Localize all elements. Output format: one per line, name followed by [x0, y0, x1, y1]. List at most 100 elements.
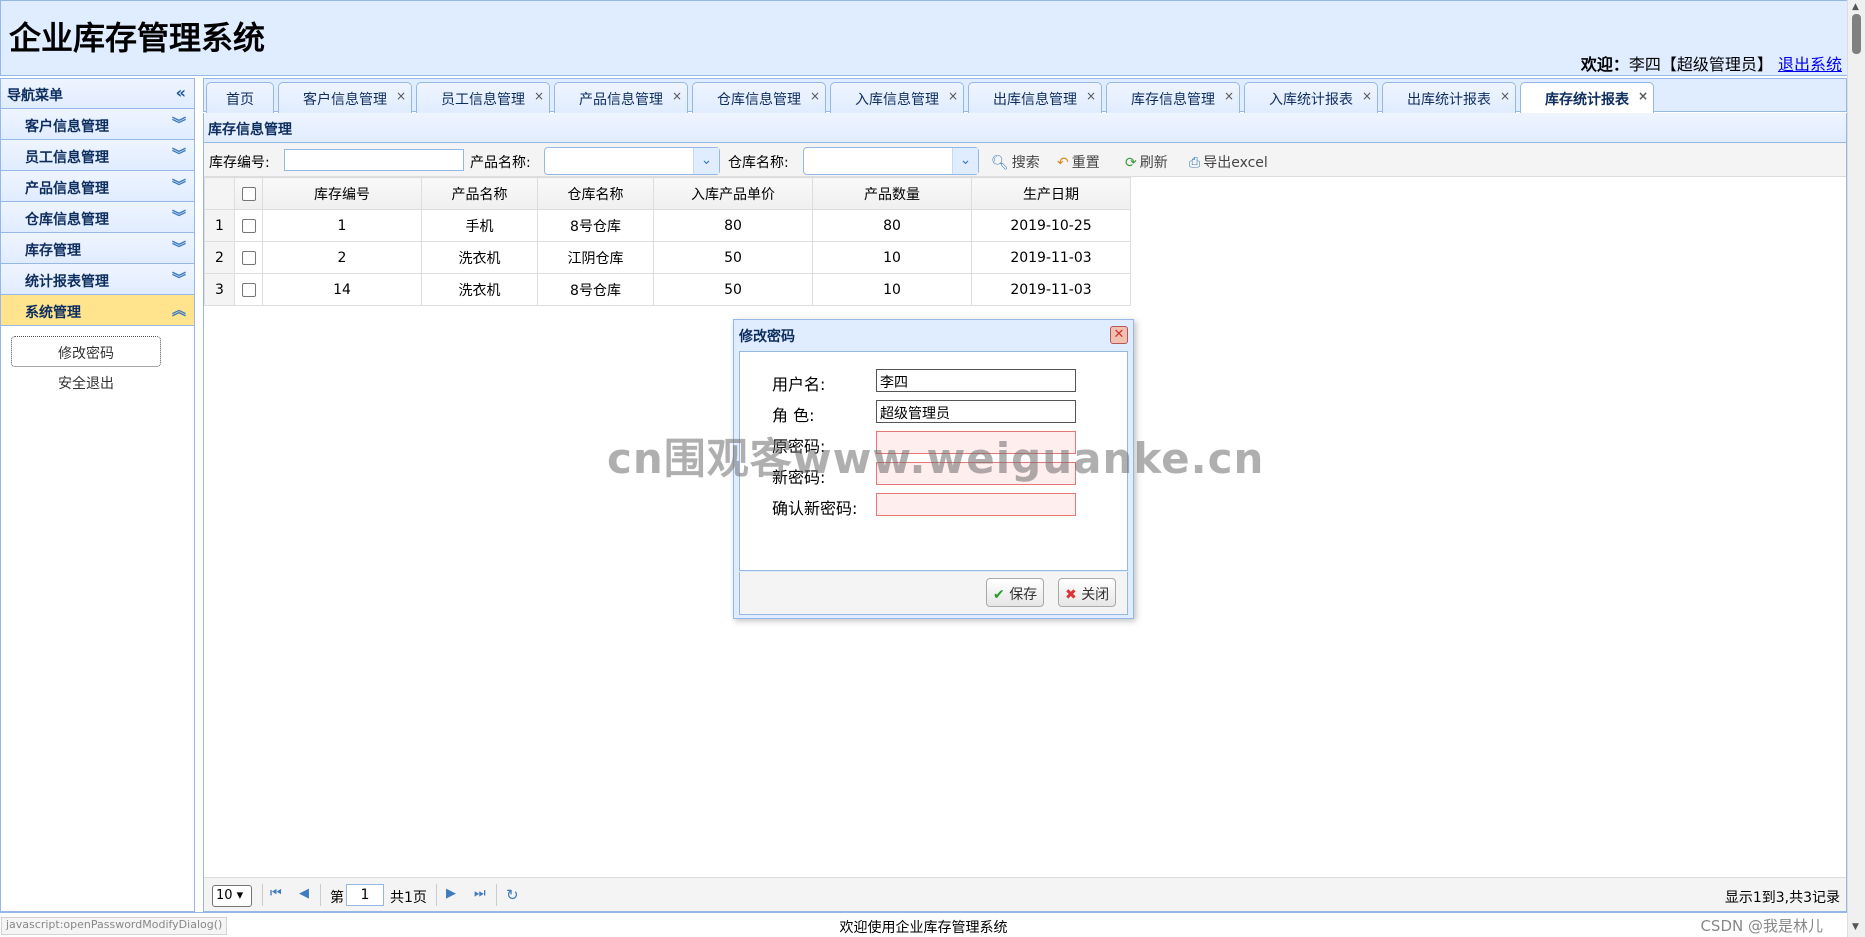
tab-inventory[interactable]: 库存信息管理 ×: [1106, 82, 1240, 113]
row-number: 2: [204, 241, 235, 274]
export-excel-button[interactable]: ⎙ 导出excel: [1189, 152, 1268, 172]
page-size-select[interactable]: 10 ▾: [212, 885, 252, 907]
cell-unit-price: 80: [653, 209, 813, 242]
pager-divider: [496, 884, 497, 906]
dialog-title: 修改密码: [739, 329, 795, 345]
tab-employees[interactable]: 员工信息管理 ×: [416, 82, 550, 113]
chevron-down-icon: ︾: [172, 241, 186, 257]
row-checkbox[interactable]: [241, 218, 256, 233]
username-field[interactable]: 李四: [876, 369, 1076, 392]
tab-stock-out[interactable]: 出库信息管理 ×: [968, 82, 1102, 113]
column-header[interactable]: 入库产品单价: [653, 177, 813, 210]
sidebar-item-customers[interactable]: 客户信息管理 ︾: [1, 109, 194, 140]
column-header[interactable]: 仓库名称: [537, 177, 654, 210]
first-page-icon[interactable]: ⏮: [270, 886, 282, 901]
row-checkbox[interactable]: [241, 282, 256, 297]
panel-title: 库存信息管理: [204, 113, 1846, 143]
close-tab-icon[interactable]: ×: [1638, 89, 1648, 103]
product-name-select[interactable]: ⌄: [544, 147, 720, 175]
close-tab-icon[interactable]: ×: [1500, 89, 1510, 103]
page-scrollbar[interactable]: ▲ ▼: [1847, 0, 1865, 937]
chevron-down-icon[interactable]: ⌄: [952, 148, 978, 174]
sidebar-item-label: 仓库信息管理: [25, 212, 109, 228]
close-tab-icon[interactable]: ×: [672, 89, 682, 103]
close-tab-icon[interactable]: ×: [396, 89, 406, 103]
column-header[interactable]: 库存编号: [262, 177, 422, 210]
sidebar-item-warehouses[interactable]: 仓库信息管理 ︾: [1, 202, 194, 233]
sidebar-header: 导航菜单 «: [1, 79, 194, 109]
cell-stock-no: 14: [262, 273, 422, 306]
tab-inventory-report[interactable]: 库存统计报表 ×: [1520, 82, 1654, 114]
reload-icon[interactable]: ↻: [506, 886, 519, 904]
warehouse-name-select[interactable]: ⌄: [803, 147, 979, 175]
sidebar-item-employees[interactable]: 员工信息管理 ︾: [1, 140, 194, 171]
close-icon[interactable]: ✕: [1110, 326, 1128, 344]
tab-stock-in[interactable]: 入库信息管理 ×: [830, 82, 964, 113]
cell-product-name: 手机: [421, 209, 538, 242]
search-button[interactable]: 🔍︎ 搜索: [991, 152, 1040, 172]
tab-stock-out-report[interactable]: 出库统计报表 ×: [1382, 82, 1516, 113]
column-header[interactable]: 产品名称: [421, 177, 538, 210]
row-number-header: [204, 177, 235, 210]
cell-unit-price: 50: [653, 273, 813, 306]
close-button-label: 关闭: [1081, 587, 1110, 603]
chevron-down-icon: ︾: [172, 148, 186, 164]
next-page-icon[interactable]: ▶: [446, 886, 456, 901]
close-tab-icon[interactable]: ×: [948, 89, 958, 103]
cell-warehouse-name: 8号仓库: [537, 209, 654, 242]
row-checkbox[interactable]: [241, 250, 256, 265]
confirm-password-field[interactable]: [876, 493, 1076, 516]
column-header[interactable]: 生产日期: [971, 177, 1131, 210]
save-button[interactable]: ✔ 保存: [986, 578, 1045, 607]
sidebar-item-inventory[interactable]: 库存管理 ︾: [1, 233, 194, 264]
prev-page-icon[interactable]: ◀: [299, 886, 309, 901]
close-tab-icon[interactable]: ×: [1086, 89, 1096, 103]
tab-label: 首页: [226, 92, 254, 108]
footer-text: 欢迎使用企业库存管理系统: [839, 920, 1008, 936]
logout-link[interactable]: 退出系统: [1778, 55, 1842, 74]
page-number-input[interactable]: 1: [346, 884, 384, 906]
scroll-thumb[interactable]: [1852, 14, 1861, 54]
tab-home[interactable]: 首页: [206, 82, 274, 113]
sidebar-item-system[interactable]: 系统管理 ︽: [1, 295, 194, 326]
cell-production-date: 2019-11-03: [971, 273, 1131, 306]
column-header[interactable]: 产品数量: [812, 177, 972, 210]
refresh-button[interactable]: ⟳ 刷新: [1125, 152, 1168, 172]
tab-stock-in-report[interactable]: 入库统计报表 ×: [1244, 82, 1378, 113]
select-all-checkbox[interactable]: [241, 186, 256, 201]
table-row[interactable]: 1 1 手机 8号仓库 80 80 2019-10-25: [204, 209, 1131, 242]
sidebar-item-reports[interactable]: 统计报表管理 ︾: [1, 264, 194, 295]
close-tab-icon[interactable]: ×: [534, 89, 544, 103]
tab-label: 客户信息管理: [303, 92, 387, 108]
reset-button[interactable]: ↶ 重置: [1057, 152, 1100, 172]
close-tab-icon[interactable]: ×: [1362, 89, 1372, 103]
pager-divider: [320, 884, 321, 906]
sidebar-item-label: 客户信息管理: [25, 119, 109, 135]
tab-warehouses[interactable]: 仓库信息管理 ×: [692, 82, 826, 113]
last-page-icon[interactable]: ⏭: [474, 886, 486, 901]
safe-logout-link[interactable]: 安全退出: [11, 367, 161, 398]
chevron-up-icon: ︽: [172, 303, 186, 319]
tab-products[interactable]: 产品信息管理 ×: [554, 82, 688, 113]
stock-no-input[interactable]: [284, 149, 464, 171]
close-tab-icon[interactable]: ×: [1224, 89, 1234, 103]
role-field[interactable]: 超级管理员: [876, 400, 1076, 423]
sidebar-item-label: 统计报表管理: [25, 274, 109, 290]
chevron-down-icon[interactable]: ⌄: [693, 148, 719, 174]
table-row[interactable]: 3 14 洗衣机 8号仓库 50 10 2019-11-03: [204, 273, 1131, 306]
welcome-area: 欢迎：李四【超级管理员】 退出系统: [1581, 51, 1842, 75]
close-tab-icon[interactable]: ×: [810, 89, 820, 103]
sidebar-item-label: 员工信息管理: [25, 150, 109, 166]
collapse-sidebar-icon[interactable]: «: [176, 83, 186, 102]
change-password-link[interactable]: 修改密码: [11, 336, 161, 367]
tab-label: 员工信息管理: [441, 92, 525, 108]
app-header: 企业库存管理系统 欢迎：李四【超级管理员】 退出系统: [0, 0, 1865, 76]
sidebar-item-products[interactable]: 产品信息管理 ︾: [1, 171, 194, 202]
table-row[interactable]: 2 2 洗衣机 江阴仓库 50 10 2019-11-03: [204, 241, 1131, 274]
warehouse-name-label: 仓库名称:: [728, 155, 789, 171]
close-button[interactable]: ✖ 关闭: [1058, 578, 1117, 607]
chevron-down-icon: ︾: [172, 179, 186, 195]
scroll-up-icon[interactable]: ▲: [1852, 2, 1859, 12]
scroll-down-icon[interactable]: ▼: [1852, 922, 1859, 932]
tab-customers[interactable]: 客户信息管理 ×: [278, 82, 412, 113]
